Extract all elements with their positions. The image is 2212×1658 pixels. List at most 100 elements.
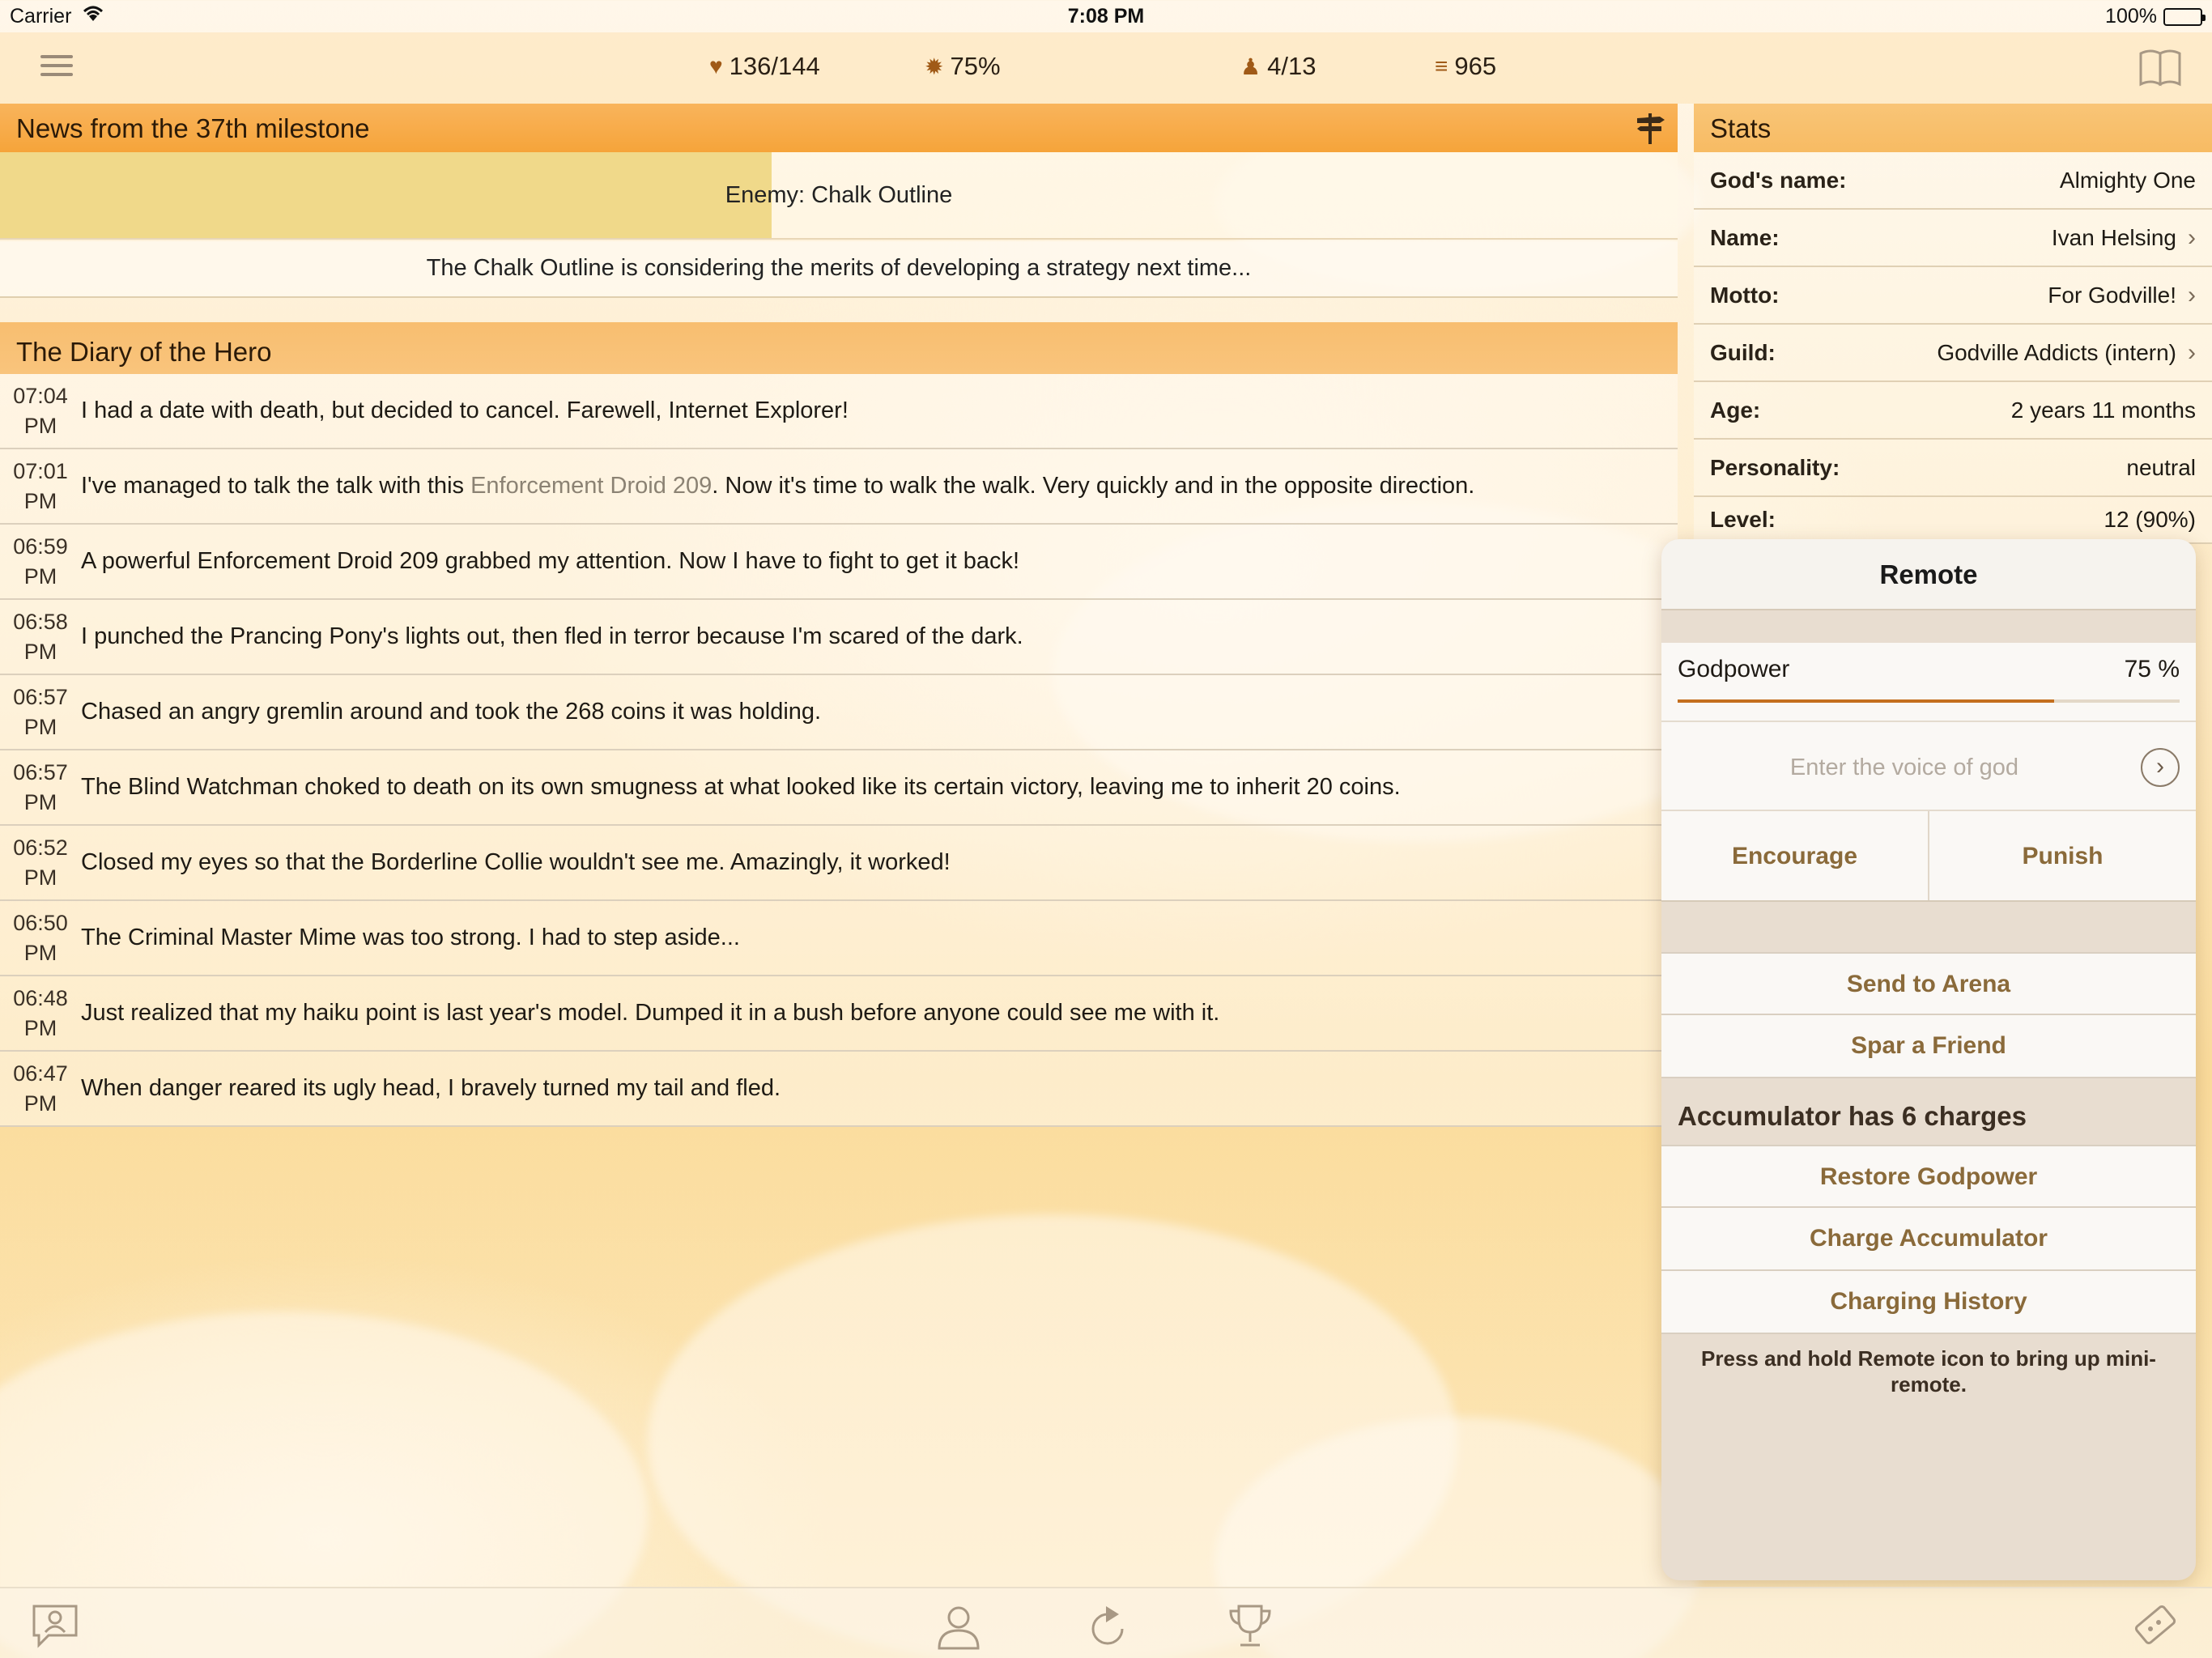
enemy-label: Enemy: Chalk Outline [725,182,953,208]
stat-row-guild[interactable]: Guild: Godville Addicts (intern) › [1694,325,2212,382]
diary-entry-time: 06:57 PM [0,758,81,818]
diary-text-part: . Now it's time to walk the walk. Very q… [712,473,1475,499]
trophy-icon[interactable] [1224,1600,1276,1652]
stat-key: Level: [1710,507,1776,532]
top-bar: ♥ 136/144 ✹ 75% ♟ 4/13 ≡ 965 [0,32,2212,104]
status-bar: Carrier 7:08 PM 100% [0,0,2212,32]
health-stat: ♥ 136/144 [709,52,820,81]
charging-history-button[interactable]: Charging History [1661,1271,2196,1334]
diary-time-clock: 06:57 [13,759,68,784]
refresh-icon[interactable] [1082,1600,1134,1652]
voice-of-god-input[interactable] [1678,745,2131,790]
diary-time-clock: 07:04 [13,383,68,408]
stat-value: neutral [2126,454,2196,480]
hero-icon[interactable] [933,1600,985,1652]
godpower-percent: 75 % [2124,656,2180,682]
heart-icon: ♥ [709,53,723,79]
diary-time-clock: 06:48 [13,985,68,1010]
diary-entry-time: 06:57 PM [0,682,81,742]
diary-entry: 06:58 PM I punched the Prancing Pony's lig… [0,600,1678,675]
restore-godpower-button[interactable]: Restore Godpower [1661,1145,2196,1208]
diary-time-ampm: PM [23,1090,57,1116]
stat-key: Guild: [1710,339,1776,365]
voice-of-god-row: › [1661,721,2196,810]
remote-hint: Press and hold Remote icon to bring up m… [1701,1346,2156,1397]
diary-list: 07:04 PM I had a date with death, but deci… [0,374,1678,1127]
diary-time-ampm: PM [23,1015,57,1040]
book-icon[interactable] [2138,47,2183,87]
diary-entry-text: The Blind Watchman choked to death on it… [81,774,1401,800]
diary-entry: 06:47 PM When danger reared its ugly head,… [0,1052,1678,1127]
diary-text-highlight: Enforcement Droid 209 [470,473,713,499]
diary-time-ampm: PM [23,488,57,513]
chevron-right-icon: › [2188,338,2196,366]
signpost-icon[interactable] [1632,110,1668,146]
inventory-stat: ♟ 4/13 [1240,52,1316,81]
menu-icon[interactable] [40,55,73,79]
diary-entry-time: 06:58 PM [0,607,81,667]
diary-entry-text: The Criminal Master Mime was too strong.… [81,925,740,950]
diary-entry-text: Chased an angry gremlin around and took … [81,699,822,725]
stat-key: Personality: [1710,454,1840,480]
send-voice-icon[interactable]: › [2141,748,2180,787]
godpower-bar-fill [1678,699,2054,703]
stat-key: God's name: [1710,167,1847,193]
diary-entry: 06:50 PM The Criminal Master Mime was too … [0,901,1678,976]
battery-indicator: 100% [2105,5,2206,28]
diary-entry-time: 07:01 PM [0,457,81,517]
stat-row-gods-name: God's name: Almighty One [1694,152,2212,210]
diary-time-ampm: PM [23,563,57,589]
diary-time-ampm: PM [23,940,57,965]
diary-time-clock: 06:59 [13,534,68,559]
punish-button[interactable]: Punish [1929,811,2196,900]
encourage-button[interactable]: Encourage [1661,811,1929,900]
diary-entry-time: 07:04 PM [0,381,81,441]
chat-icon[interactable] [29,1600,81,1652]
spar-a-friend-button[interactable]: Spar a Friend [1661,1015,2196,1078]
battery-percent: 100% [2105,5,2157,28]
charge-accumulator-button[interactable]: Charge Accumulator [1661,1208,2196,1271]
stat-value: Ivan Helsing [2051,224,2176,250]
stat-row-name[interactable]: Name: Ivan Helsing › [1694,210,2212,267]
bag-icon: ♟ [1240,53,1261,79]
accumulator-title: Accumulator has 6 charges [1678,1101,2027,1131]
godpower-meter: Godpower 75 % [1661,643,2196,721]
diary-time-ampm: PM [23,865,57,890]
remote-icon[interactable] [2129,1600,2181,1652]
diary-entry-time: 06:52 PM [0,833,81,893]
diary-time-clock: 06:50 [13,910,68,935]
gold-stat: ≡ 965 [1435,52,1496,81]
stat-row-level: Level: 12 (90%) [1694,497,2212,544]
clock: 7:08 PM [1067,5,1145,28]
diary-entry: 06:48 PM Just realized that my haiku point… [0,976,1678,1052]
stat-value: Godville Addicts (intern) [1937,339,2176,365]
stat-row-personality: Personality: neutral [1694,440,2212,497]
diary-entry: 07:01 PM I've managed to talk the talk wit… [0,449,1678,525]
diary-time-clock: 06:57 [13,684,68,709]
diary-entry-time: 06:50 PM [0,908,81,968]
diary-header: The Diary of the Hero [0,322,1678,374]
diary-entry-text: I had a date with death, but decided to … [81,397,849,423]
diary-entry-text: Closed my eyes so that the Borderline Co… [81,849,951,875]
diary-entry-time: 06:47 PM [0,1059,81,1119]
news-title: News from the 37th milestone [16,113,370,143]
godpower-label: Godpower [1678,656,1790,682]
diary-entry-text: A powerful Enforcement Droid 209 grabbed… [81,548,1020,574]
chevron-right-icon: › [2188,281,2196,308]
send-to-arena-button[interactable]: Send to Arena [1661,952,2196,1015]
diary-entry: 06:52 PM Closed my eyes so that the Border… [0,826,1678,901]
diary-time-ampm: PM [23,413,57,438]
stats-panel: Stats God's name: Almighty One Name: Iva… [1694,104,2212,544]
godpower-stat: ✹ 75% [925,52,1001,81]
bottom-toolbar [0,1587,2212,1658]
stat-row-motto[interactable]: Motto: For Godville! › [1694,267,2212,325]
diary-entry-time: 06:48 PM [0,984,81,1044]
diary-time-ampm: PM [23,789,57,814]
remote-popover: Remote Godpower 75 % › Encourage Punish … [1661,539,2196,1580]
diary-entry-text: I punched the Prancing Pony's lights out… [81,623,1023,649]
diary-time-clock: 06:47 [13,1061,68,1086]
diary-time-ampm: PM [23,639,57,664]
coins-icon: ≡ [1435,53,1448,79]
diary-entry-text: I've managed to talk the talk with this … [81,473,1474,500]
battery-icon [2163,7,2206,26]
